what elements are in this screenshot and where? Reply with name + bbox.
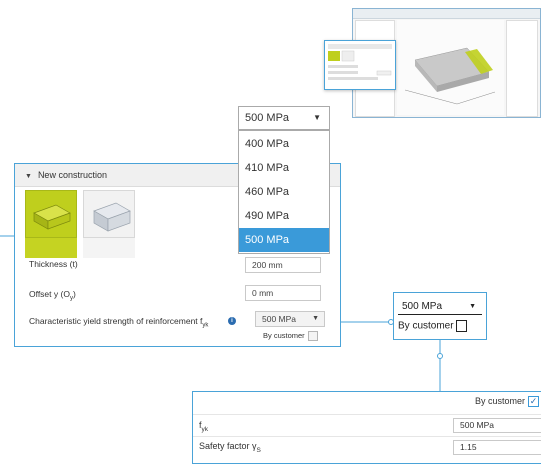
dropdown-selected-value: 500 MPa bbox=[245, 112, 290, 124]
thickness-field[interactable]: 200 mm bbox=[245, 257, 321, 273]
offset-field[interactable]: 0 mm bbox=[245, 285, 321, 301]
thumbnail-zoom-inset bbox=[324, 40, 396, 90]
fyk-label-sub: yk bbox=[202, 322, 209, 329]
callout-dropdown-value: 500 MPa bbox=[402, 301, 443, 312]
bottom-by-customer-label: By customer bbox=[474, 396, 525, 406]
chevron-down-icon: ▼ bbox=[313, 113, 321, 122]
tile-selected-base bbox=[25, 238, 77, 258]
bottom-fyk-label: fyk bbox=[199, 420, 208, 433]
safety-row: Safety factor γS 1.15 bbox=[193, 436, 541, 457]
bottom-by-customer[interactable]: By customer ✓ bbox=[474, 396, 539, 408]
thickness-label: Thickness (t) bbox=[29, 259, 78, 269]
chevron-down-icon: ▼ bbox=[469, 303, 476, 310]
by-customer-panel: By customer ✓ fyk 500 MPa Safety factor γ… bbox=[192, 391, 541, 464]
dropdown-option[interactable]: 460 MPa bbox=[239, 180, 329, 204]
fyk-label-text: Characteristic yield strength of reinfor… bbox=[29, 316, 203, 326]
fyk-by-customer-label: By customer bbox=[263, 331, 305, 340]
fyk-by-customer[interactable]: By customer bbox=[263, 331, 318, 342]
panel-header-title: New construction bbox=[37, 170, 107, 180]
by-customer-checkbox[interactable] bbox=[307, 331, 318, 342]
safety-factor-field[interactable]: 1.15 bbox=[453, 440, 541, 455]
checkmark-icon[interactable]: ✓ bbox=[528, 396, 539, 408]
offset-label: Offset y (Oy) bbox=[29, 289, 76, 302]
callout-checkbox[interactable] bbox=[455, 320, 467, 332]
box-icon bbox=[93, 202, 131, 232]
fyk-callout: 500 MPa ▼ By customer bbox=[393, 292, 487, 340]
inset-content-icon bbox=[328, 44, 392, 80]
fyk-dropdown-open[interactable]: 500 MPa ▼ bbox=[238, 106, 330, 130]
callout-by-customer-label: By customer bbox=[398, 320, 454, 332]
safety-factor-label: Safety factor γS bbox=[199, 441, 261, 454]
fyk-row: fyk 500 MPa bbox=[193, 414, 541, 435]
thumbnail-toolbar bbox=[353, 9, 540, 19]
dropdown-options-list: 400 MPa 410 MPa 460 MPa 490 MPa 500 MPa bbox=[238, 130, 330, 254]
slab-3d-icon bbox=[404, 47, 496, 105]
callout-dropdown[interactable]: 500 MPa ▼ bbox=[398, 299, 482, 315]
bottom-fyk-field[interactable]: 500 MPa bbox=[453, 418, 541, 433]
tile-unselected-base bbox=[83, 238, 135, 258]
bottom-fyk-label-sub: yk bbox=[201, 425, 209, 433]
offset-label-text: Offset y (O bbox=[29, 289, 70, 299]
slab-icon bbox=[33, 204, 71, 230]
info-icon[interactable]: i bbox=[228, 317, 236, 325]
fyk-label: Characteristic yield strength of reinfor… bbox=[29, 316, 208, 329]
offset-label-end: ) bbox=[72, 289, 76, 299]
thumbnail-canvas bbox=[397, 20, 504, 115]
fyk-dropdown[interactable]: 500 MPa ▼ bbox=[255, 311, 325, 327]
thumbnail-right-pane bbox=[506, 20, 538, 117]
callout-by-customer[interactable]: By customer bbox=[398, 320, 467, 332]
chevron-down-icon: ▼ bbox=[312, 315, 319, 322]
dropdown-option-selected[interactable]: 500 MPa bbox=[239, 228, 329, 252]
safety-label-sub: S bbox=[256, 446, 261, 454]
slab-type-tile[interactable] bbox=[83, 190, 135, 238]
collapse-triangle-icon[interactable]: ▼ bbox=[25, 173, 32, 180]
fyk-dropdown-value: 500 MPa bbox=[262, 314, 297, 324]
dropdown-option[interactable]: 400 MPa bbox=[239, 132, 329, 156]
safety-label-text: Safety factor γ bbox=[199, 441, 257, 451]
dropdown-option[interactable]: 410 MPa bbox=[239, 156, 329, 180]
slab-type-tile-selected[interactable] bbox=[25, 190, 77, 238]
dropdown-option[interactable]: 490 MPa bbox=[239, 204, 329, 228]
